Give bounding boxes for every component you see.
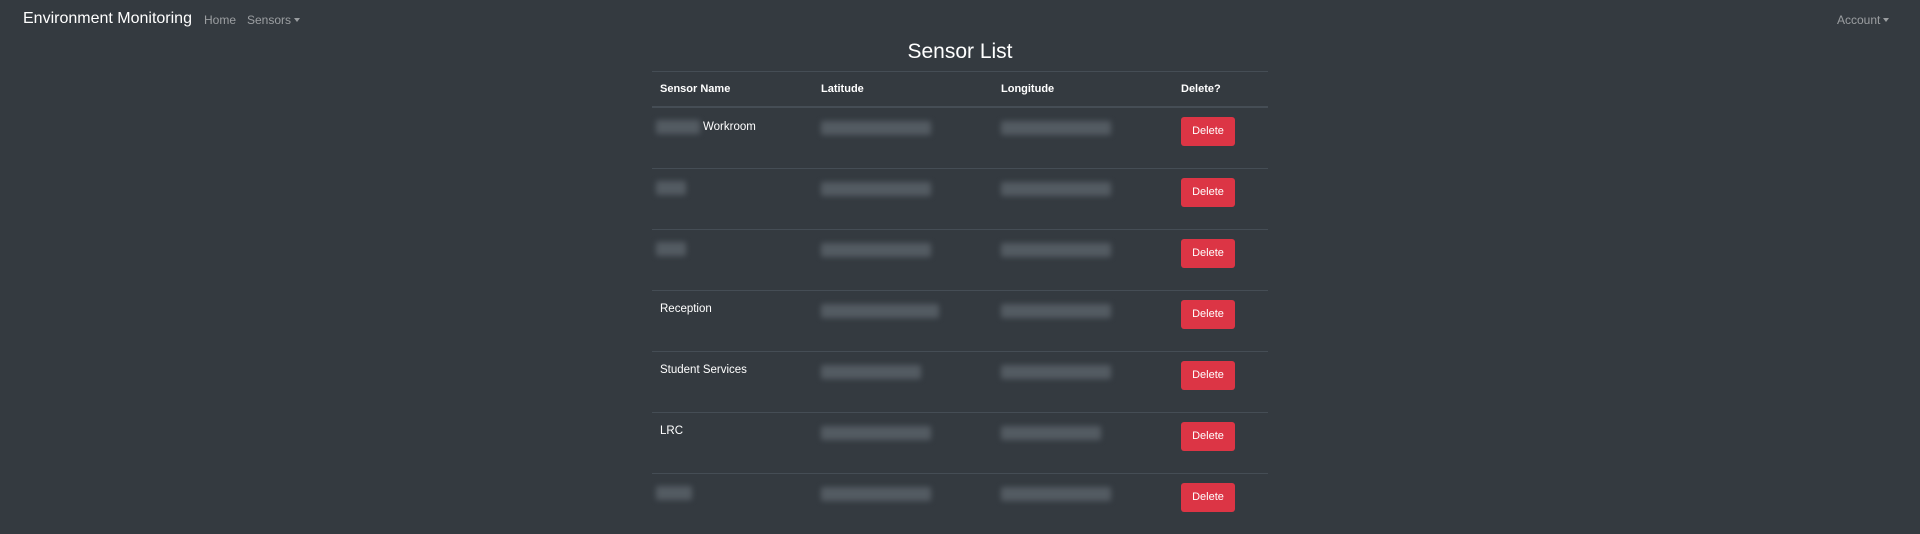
sensor-name <box>660 181 689 195</box>
redacted-longitude <box>1001 121 1111 135</box>
sensor-name <box>660 242 689 256</box>
nav-account-label: Account <box>1837 13 1880 27</box>
delete-cell: Delete <box>1173 230 1268 291</box>
sensor-name: Reception <box>660 303 712 315</box>
sensor-name-cell: Student Services <box>652 352 813 413</box>
delete-button[interactable]: Delete <box>1181 422 1235 451</box>
header-latitude: Latitude <box>813 72 993 108</box>
nav-home-link[interactable]: Home <box>204 13 236 27</box>
brand-link[interactable]: Environment Monitoring <box>23 10 192 28</box>
latitude-cell <box>813 352 993 413</box>
redacted-longitude <box>1001 487 1111 501</box>
redacted-text <box>656 120 700 134</box>
delete-button[interactable]: Delete <box>1181 239 1235 268</box>
delete-cell: Delete <box>1173 107 1268 169</box>
sensor-name-label: Workroom <box>703 121 756 133</box>
longitude-cell <box>993 230 1173 291</box>
redacted-latitude <box>821 426 931 440</box>
redacted-latitude <box>821 365 921 379</box>
sensor-name-label: LRC <box>660 425 683 437</box>
sensor-name: LRC <box>660 425 683 437</box>
longitude-cell <box>993 474 1173 534</box>
sensor-name <box>660 486 695 500</box>
redacted-latitude <box>821 487 931 501</box>
redacted-text <box>656 486 692 500</box>
table-row: LRC Delete <box>652 413 1268 474</box>
header-sensor-name: Sensor Name <box>652 72 813 108</box>
sensor-table-body: Workroom Delete Delete Delete Reception Delet… <box>652 107 1268 534</box>
header-longitude: Longitude <box>993 72 1173 108</box>
nav-account-dropdown[interactable]: Account <box>1837 13 1889 27</box>
longitude-cell <box>993 107 1173 169</box>
table-row: Delete <box>652 474 1268 534</box>
caret-down-icon <box>294 18 300 22</box>
table-row: Delete <box>652 230 1268 291</box>
latitude-cell <box>813 413 993 474</box>
redacted-longitude <box>1001 182 1111 196</box>
redacted-text <box>656 181 686 195</box>
longitude-cell <box>993 413 1173 474</box>
header-delete: Delete? <box>1173 72 1268 108</box>
delete-cell: Delete <box>1173 413 1268 474</box>
redacted-longitude <box>1001 304 1111 318</box>
delete-cell: Delete <box>1173 474 1268 534</box>
redacted-longitude <box>1001 243 1111 257</box>
redacted-latitude <box>821 121 931 135</box>
table-row: Workroom Delete <box>652 107 1268 169</box>
delete-button[interactable]: Delete <box>1181 300 1235 329</box>
sensor-name: Workroom <box>660 120 756 134</box>
latitude-cell <box>813 169 993 230</box>
delete-cell: Delete <box>1173 352 1268 413</box>
delete-cell: Delete <box>1173 291 1268 352</box>
latitude-cell <box>813 474 993 534</box>
top-navbar: Environment Monitoring Home Sensors Acco… <box>0 0 1920 40</box>
sensor-name: Student Services <box>660 364 747 376</box>
delete-button[interactable]: Delete <box>1181 117 1235 146</box>
redacted-text <box>656 242 686 256</box>
latitude-cell <box>813 107 993 169</box>
latitude-cell <box>813 230 993 291</box>
redacted-latitude <box>821 243 931 257</box>
table-row: Reception Delete <box>652 291 1268 352</box>
nav-sensors-dropdown[interactable]: Sensors <box>247 13 300 27</box>
sensor-name-label: Reception <box>660 303 712 315</box>
latitude-cell <box>813 291 993 352</box>
redacted-longitude <box>1001 365 1111 379</box>
sensor-table: Sensor Name Latitude Longitude Delete? W… <box>652 71 1268 534</box>
nav-sensors-label: Sensors <box>247 13 291 27</box>
longitude-cell <box>993 352 1173 413</box>
sensor-name-cell: Reception <box>652 291 813 352</box>
sensor-name-cell <box>652 169 813 230</box>
sensor-table-container: Sensor Name Latitude Longitude Delete? W… <box>652 71 1268 534</box>
sensor-name-label: Student Services <box>660 364 747 376</box>
sensor-name-cell: Workroom <box>652 107 813 169</box>
longitude-cell <box>993 291 1173 352</box>
delete-cell: Delete <box>1173 169 1268 230</box>
table-row: Student Services Delete <box>652 352 1268 413</box>
delete-button[interactable]: Delete <box>1181 178 1235 207</box>
redacted-longitude <box>1001 426 1101 440</box>
table-row: Delete <box>652 169 1268 230</box>
delete-button[interactable]: Delete <box>1181 483 1235 512</box>
longitude-cell <box>993 169 1173 230</box>
redacted-latitude <box>821 182 931 196</box>
sensor-name-cell <box>652 474 813 534</box>
sensor-name-cell: LRC <box>652 413 813 474</box>
redacted-latitude <box>821 304 939 318</box>
table-header-row: Sensor Name Latitude Longitude Delete? <box>652 72 1268 108</box>
caret-down-icon <box>1883 18 1889 22</box>
page-title: Sensor List <box>0 40 1920 64</box>
delete-button[interactable]: Delete <box>1181 361 1235 390</box>
sensor-name-cell <box>652 230 813 291</box>
